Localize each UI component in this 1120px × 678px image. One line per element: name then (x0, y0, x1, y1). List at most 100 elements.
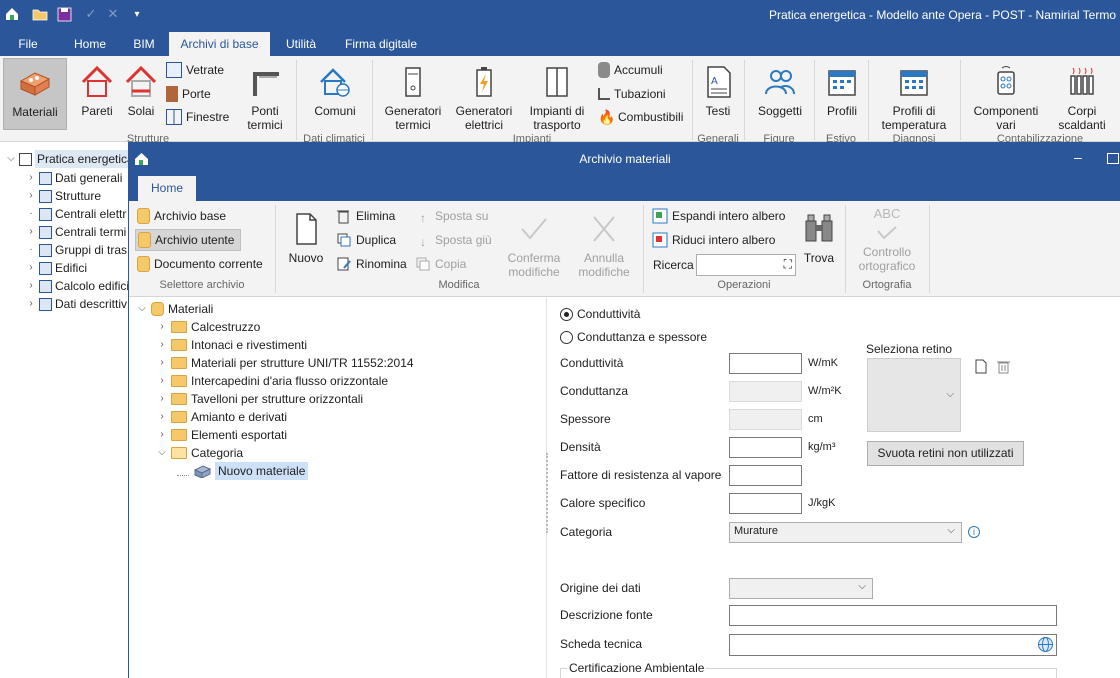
chevron-down-icon[interactable]: ⌵ (6, 150, 16, 168)
tree-folder-categoria[interactable]: ⌵ Categoria (157, 444, 243, 462)
descrizione-fonte-input[interactable] (729, 605, 1057, 626)
combustibili-button[interactable]: 🔥 Combustibili (598, 107, 683, 127)
tubazioni-button[interactable]: Tubazioni (598, 84, 666, 104)
tree-folder-tavelloni[interactable]: › Tavelloni per strutture orizzontali (157, 390, 363, 408)
info-icon[interactable]: i (968, 526, 980, 538)
maximize-icon[interactable] (1107, 153, 1119, 164)
radio-circle[interactable] (560, 330, 573, 344)
delete-retino-icon[interactable] (997, 359, 1010, 377)
documento-corrente-button[interactable]: Documento corrente (137, 254, 263, 274)
scheda-tecnica-input[interactable] (729, 634, 1057, 656)
chevron-right-icon[interactable]: › (157, 354, 167, 372)
chevron-right-icon[interactable]: › (26, 295, 36, 313)
conduttivita-input[interactable] (729, 353, 802, 374)
sposta-su-button[interactable]: ↑ Sposta su (415, 206, 488, 226)
radio-conduttanza-spessore[interactable]: Conduttanza e spessore (560, 330, 707, 344)
nuovo-button[interactable]: Nuovo (285, 211, 327, 265)
soggetti-button[interactable]: Soggetti (752, 64, 808, 118)
categoria-select[interactable]: Murature ⌵ (729, 522, 962, 543)
radio-conduttivita[interactable]: Conduttività (560, 307, 640, 321)
tab-bim[interactable]: BIM (124, 32, 164, 56)
tree-item-gruppi[interactable]: · Gruppi di tras (26, 241, 127, 259)
chevron-right-icon[interactable]: › (26, 187, 36, 205)
profili-button[interactable]: Profili (822, 64, 862, 118)
comuni-button[interactable]: Comuni (310, 64, 360, 118)
tree-item-strutture[interactable]: › Strutture (26, 187, 101, 205)
calore-specifico-input[interactable] (729, 493, 802, 514)
tree-item-calcolo[interactable]: › Calcolo edifici (26, 277, 129, 295)
vetrate-button[interactable]: Vetrate (166, 60, 224, 80)
archivio-utente-button[interactable]: Archivio utente (135, 229, 241, 251)
tree-item-nuovo-materiale[interactable]: Nuovo materiale (177, 462, 309, 480)
minimize-icon[interactable]: – (1074, 149, 1082, 165)
tree-item-dati-descrittivi[interactable]: › Dati descrittiv (26, 295, 127, 313)
ponti-termici-button[interactable]: Ponti termici (240, 64, 290, 132)
pareti-button[interactable]: Pareti (78, 64, 116, 118)
annulla-modifiche-button[interactable]: Annulla modifiche (573, 211, 635, 279)
solai-button[interactable]: Solai (123, 64, 159, 118)
tree-folder-intonaci[interactable]: › Intonaci e rivestimenti (157, 336, 307, 354)
chevron-down-icon[interactable]: ⌵ (137, 300, 147, 318)
tree-item-dati-generali[interactable]: › Dati generali (26, 169, 122, 187)
tree-item-edifici[interactable]: › Edifici (26, 259, 87, 277)
materiali-button[interactable]: Materiali (3, 58, 67, 130)
densita-input[interactable] (729, 437, 802, 458)
origine-dati-select[interactable]: ⌵ (729, 578, 873, 599)
tab-archivi-di-base[interactable]: Archivi di base (169, 32, 270, 56)
resistenza-vapore-input[interactable] (729, 465, 802, 486)
conferma-modifiche-button[interactable]: Conferma modifiche (503, 211, 565, 279)
copia-button[interactable]: Copia (415, 254, 466, 274)
finestre-button[interactable]: Finestre (166, 107, 229, 127)
tree-folder-intercapedini[interactable]: › Intercapedini d'aria flusso orizzontale (157, 372, 388, 390)
radio-circle[interactable] (560, 307, 573, 321)
chevron-down-icon[interactable]: ⌵ (157, 444, 167, 462)
tree-folder-materiali-strutture[interactable]: › Materiali per strutture UNI/TR 11552:20… (157, 354, 413, 372)
espandi-albero-button[interactable]: Espandi intero albero (652, 206, 785, 226)
dialog-tab-home[interactable]: Home (138, 176, 196, 201)
tree-item-centrali-termiche[interactable]: › Centrali termi (26, 223, 126, 241)
generatori-elettrici-button[interactable]: Generatori elettrici (453, 64, 515, 132)
tree-folder-amianto[interactable]: › Amianto e derivati (157, 408, 287, 426)
chevron-right-icon[interactable]: › (157, 336, 167, 354)
quick-access-dropdown-icon[interactable]: ▾ (128, 5, 146, 23)
chevron-right-icon[interactable]: › (157, 408, 167, 426)
componenti-vari-button[interactable]: Componenti vari (968, 64, 1044, 132)
archivio-base-button[interactable]: Archivio base (137, 206, 226, 226)
save-icon[interactable] (55, 5, 73, 23)
riduci-albero-button[interactable]: Riduci intero albero (652, 230, 775, 250)
chevron-right-icon[interactable]: › (26, 223, 36, 241)
corpi-scaldanti-button[interactable]: Corpi scaldanti (1052, 64, 1112, 132)
tree-root-materiali[interactable]: ⌵ Materiali (137, 300, 213, 318)
chevron-right-icon[interactable]: › (157, 426, 167, 444)
trova-button[interactable]: Trova (801, 211, 837, 265)
chevron-right-icon[interactable]: › (157, 390, 167, 408)
rinomina-button[interactable]: Rinomina (336, 254, 407, 274)
chevron-right-icon[interactable]: › (26, 277, 36, 295)
retino-selector[interactable]: ⌵ (867, 358, 961, 432)
accumuli-button[interactable]: Accumuli (598, 60, 663, 80)
testi-button[interactable]: A Testi (700, 64, 736, 118)
tree-item-pratica[interactable]: ⌵ Pratica energetica (6, 150, 136, 168)
chevron-right-icon[interactable]: › (26, 169, 36, 187)
tab-file[interactable]: File (8, 32, 48, 56)
tree-folder-elementi-esportati[interactable]: › Elementi esportati (157, 426, 287, 444)
new-retino-icon[interactable] (975, 359, 987, 377)
chevron-right-icon[interactable]: › (157, 318, 167, 336)
tab-firma-digitale[interactable]: Firma digitale (336, 32, 426, 56)
open-folder-icon[interactable] (31, 5, 49, 23)
sposta-giu-button[interactable]: ↓ Sposta giù (415, 230, 492, 250)
svuota-retini-button[interactable]: Svuota retini non utilizzati (867, 441, 1024, 466)
profili-temperatura-button[interactable]: Profili di temperatura (876, 64, 952, 132)
tab-home[interactable]: Home (68, 32, 112, 56)
tree-folder-calcestruzzo[interactable]: › Calcestruzzo (157, 318, 260, 336)
chevron-right-icon[interactable]: › (26, 259, 36, 277)
tree-item-centrali-elettriche[interactable]: · Centrali elettr (26, 205, 126, 223)
tab-utilita[interactable]: Utilità (278, 32, 324, 56)
chevron-right-icon[interactable]: › (157, 372, 167, 390)
binoculars-small-icon[interactable]: ⛶ (784, 257, 792, 272)
ricerca-input[interactable]: ⛶ (696, 254, 796, 276)
generatori-termici-button[interactable]: Generatori termici (383, 64, 443, 132)
controllo-ortografico-button[interactable]: ABC Controllo ortografico (851, 207, 923, 274)
duplica-button[interactable]: Duplica (336, 230, 396, 250)
elimina-button[interactable]: Elimina (336, 206, 395, 226)
